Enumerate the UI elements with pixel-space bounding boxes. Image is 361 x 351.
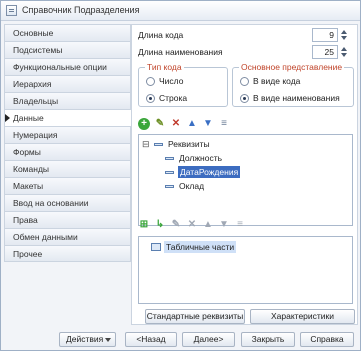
main-representation-group: Основное представление В виде кода В вид… — [232, 62, 354, 107]
tree-item-label: Должность — [179, 153, 223, 163]
nav-item-data[interactable]: Данные — [4, 109, 132, 126]
spin-up-icon — [341, 30, 347, 34]
radio-as-code[interactable] — [240, 77, 249, 86]
add-icon[interactable]: + — [138, 118, 150, 130]
nav-item-main[interactable]: Основные — [4, 24, 131, 41]
collapse-icon[interactable]: ⊟ — [142, 138, 150, 150]
main-representation-title: Основное представление — [239, 62, 345, 72]
delete-icon[interactable]: ✕ — [186, 219, 198, 231]
requisites-icon — [154, 143, 163, 146]
radio-as-name[interactable] — [240, 94, 249, 103]
code-length-label: Длина кода — [138, 30, 184, 40]
name-length-label: Длина наименования — [138, 47, 223, 57]
nav-item-commands[interactable]: Команды — [4, 160, 131, 177]
code-length-input[interactable]: 9 — [312, 28, 338, 42]
code-length-spinner[interactable] — [340, 28, 348, 42]
spin-down-icon — [341, 36, 347, 40]
next-button[interactable]: Далее> — [182, 332, 235, 347]
standard-requisites-button[interactable]: Стандартные реквизиты — [145, 309, 245, 324]
nav-item-data-label: Данные — [13, 113, 44, 123]
move-up-icon[interactable]: ▲ — [186, 118, 198, 130]
sidebar-nav: Основные Подсистемы Функциональные опции… — [4, 24, 132, 262]
code-type-group: Тип кода Число Строка — [138, 62, 228, 107]
sort-icon[interactable]: ≡ — [218, 118, 230, 130]
radio-number[interactable] — [146, 77, 155, 86]
nav-item-input-based-on[interactable]: Ввод на основании — [4, 194, 131, 211]
move-down-icon[interactable]: ▼ — [218, 219, 230, 231]
edit-icon[interactable]: ✎ — [170, 219, 182, 231]
back-button[interactable]: <Назад — [125, 332, 177, 347]
spin-up-icon — [341, 47, 347, 51]
radio-as-name-label: В виде наименования — [253, 93, 340, 103]
title-bar: Справочник Подразделения — [1, 1, 360, 21]
edit-icon[interactable]: ✎ — [154, 118, 166, 130]
nav-item-owners[interactable]: Владельцы — [4, 92, 131, 109]
catalog-icon — [6, 5, 17, 16]
add-table-icon[interactable]: ⊞ — [138, 219, 150, 231]
nav-item-rights[interactable]: Права — [4, 211, 131, 228]
radio-string[interactable] — [146, 94, 155, 103]
name-length-input[interactable]: 25 — [312, 45, 338, 59]
tabular-parts-tree[interactable]: Табличные части — [138, 236, 353, 304]
tree-item-label: Оклад — [179, 181, 205, 191]
nav-item-data-exchange[interactable]: Обмен данными — [4, 228, 131, 245]
code-type-title: Тип кода — [145, 62, 184, 72]
characteristics-button[interactable]: Характеристики — [250, 309, 355, 324]
table-icon — [151, 243, 161, 251]
tabular-toolbar: ⊞ ↳ ✎ ✕ ▲ ▼ ≡ — [138, 219, 268, 233]
radio-string-label: Строка — [159, 93, 188, 103]
radio-as-code-label: В виде кода — [253, 76, 301, 86]
chevron-down-icon — [105, 338, 111, 342]
move-up-icon[interactable]: ▲ — [202, 219, 214, 231]
help-button[interactable]: Справка — [300, 332, 354, 347]
attribute-icon — [165, 185, 174, 188]
actions-label: Действия — [66, 334, 104, 344]
sort-icon[interactable]: ≡ — [234, 219, 246, 231]
delete-icon[interactable]: ✕ — [170, 118, 182, 130]
nav-item-hierarchy[interactable]: Иерархия — [4, 75, 131, 92]
window-title: Справочник Подразделения — [22, 5, 140, 15]
actions-button[interactable]: Действия — [59, 332, 116, 347]
spin-down-icon — [341, 53, 347, 57]
catalog-window: Справочник Подразделения Основные Подсис… — [0, 0, 361, 351]
move-down-icon[interactable]: ▼ — [202, 118, 214, 130]
radio-number-label: Число — [159, 76, 184, 86]
tree-item-label-selected: ДатаРождения — [178, 166, 241, 178]
close-button[interactable]: Закрыть — [241, 332, 295, 347]
tree-root-label: Табличные части — [164, 241, 237, 253]
requisites-tree[interactable]: ⊟ Реквизиты Должность ДатаРождения Оклад — [138, 134, 353, 226]
nav-item-other[interactable]: Прочее — [4, 245, 131, 262]
nav-item-functional-options[interactable]: Функциональные опции — [4, 58, 131, 75]
nav-item-templates[interactable]: Макеты — [4, 177, 131, 194]
nav-item-subsystems[interactable]: Подсистемы — [4, 41, 131, 58]
add-row-icon[interactable]: ↳ — [154, 219, 166, 231]
name-length-spinner[interactable] — [340, 45, 348, 59]
nav-item-forms[interactable]: Формы — [4, 143, 131, 160]
attribute-icon — [165, 157, 174, 160]
requisites-toolbar: + ✎ ✕ ▲ ▼ ≡ — [138, 118, 258, 132]
data-panel: Длина кода 9 Длина наименования 25 Тип к… — [131, 24, 358, 325]
active-arrow-icon — [5, 114, 10, 122]
attribute-icon — [165, 171, 174, 174]
nav-item-numbering[interactable]: Нумерация — [4, 126, 131, 143]
tree-root-label: Реквизиты — [168, 139, 210, 149]
